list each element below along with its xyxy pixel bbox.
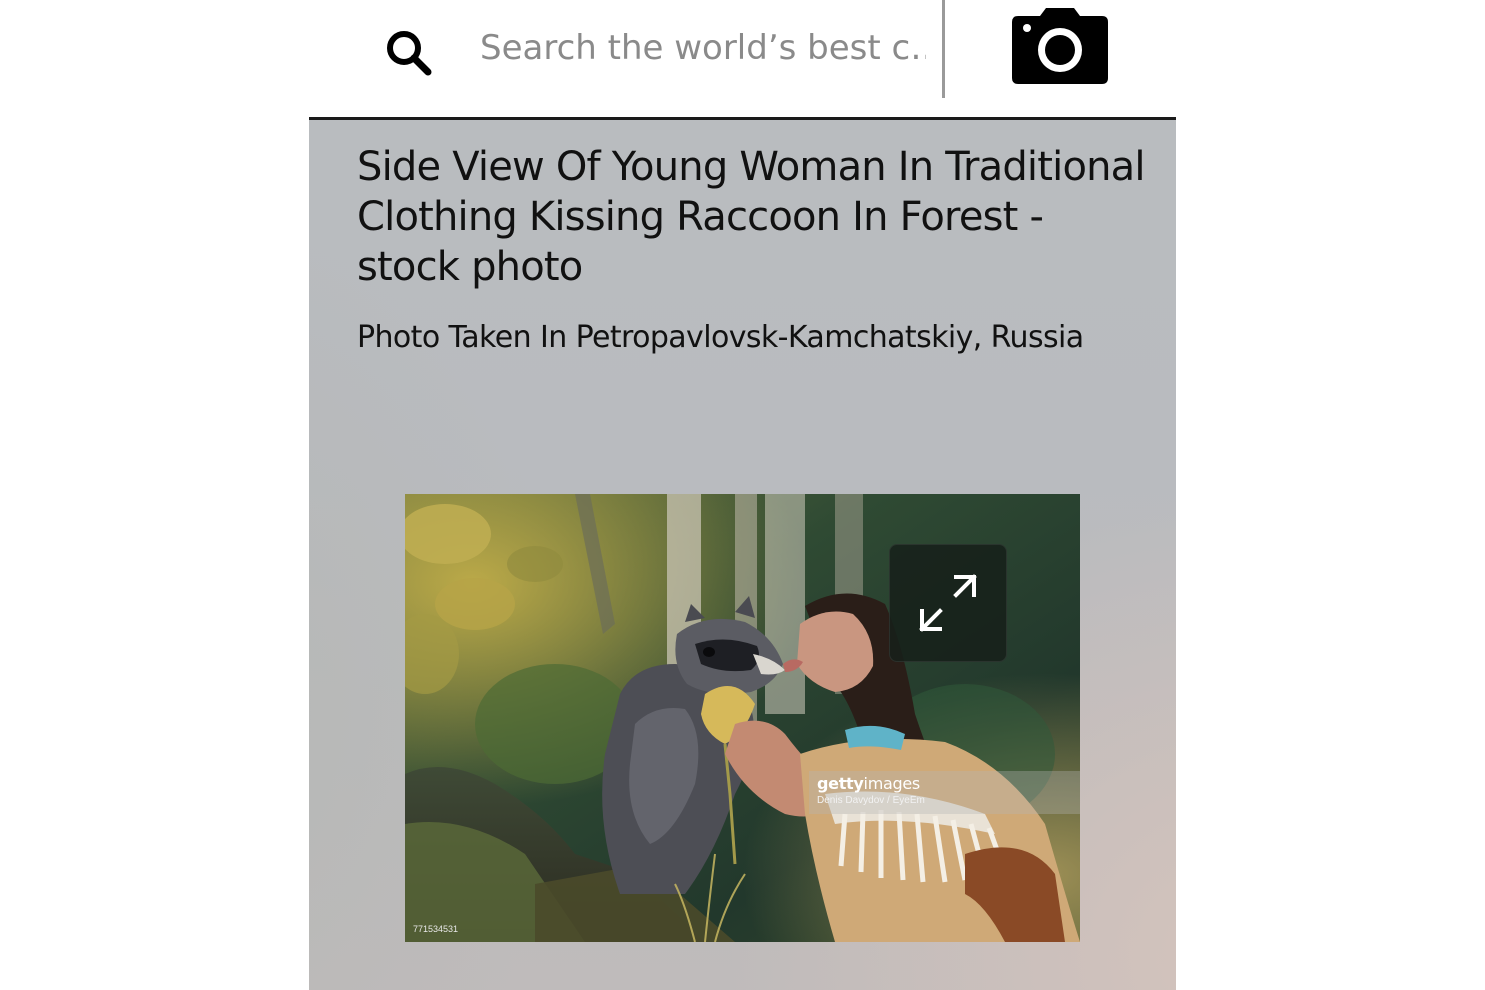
watermark-brand: gettyimages	[817, 774, 920, 793]
photo-title: Side View Of Young Woman In Traditional …	[357, 144, 1145, 290]
image-id: 771534531	[413, 924, 459, 934]
photo-location: Photo Taken In Petropavlovsk-Kamchatskiy…	[357, 320, 1084, 355]
search-input[interactable]	[474, 20, 926, 76]
getty-watermark: gettyimages Denis Davydov / EyeEm	[809, 771, 1080, 814]
search-icon[interactable]	[380, 24, 436, 80]
watermark-credit: Denis Davydov / EyeEm	[817, 795, 925, 806]
camera-icon[interactable]	[1010, 8, 1110, 84]
expand-arrows-icon	[919, 574, 977, 632]
search-divider	[942, 0, 945, 98]
photo-detail-panel: Side View Of Young Woman In Traditional …	[309, 120, 1176, 990]
stock-photo[interactable]: gettyimages Denis Davydov / EyeEm 771534…	[405, 494, 1080, 942]
expand-button[interactable]	[889, 544, 1007, 662]
